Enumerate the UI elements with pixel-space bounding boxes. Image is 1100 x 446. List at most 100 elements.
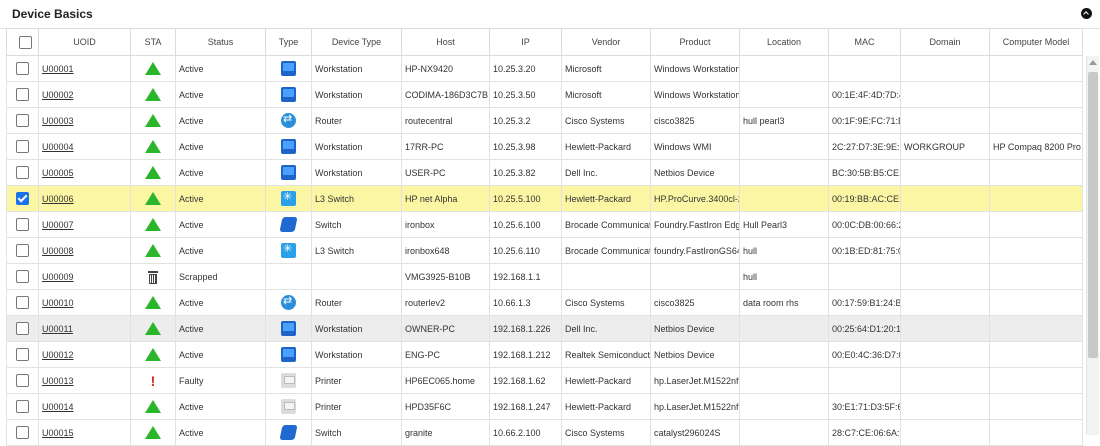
header-status[interactable]: Status	[175, 28, 266, 56]
header-select-all[interactable]	[6, 28, 39, 56]
header-computer-model[interactable]: Computer Model	[989, 28, 1083, 56]
vertical-scrollbar[interactable]	[1086, 56, 1099, 435]
row-checkbox[interactable]	[16, 348, 29, 361]
row-checkbox[interactable]	[16, 218, 29, 231]
header-mac[interactable]: MAC	[828, 28, 901, 56]
uoid-link[interactable]: U00012	[42, 350, 74, 360]
row-select-cell[interactable]	[6, 133, 39, 160]
uoid-link[interactable]: U00001	[42, 64, 74, 74]
row-select-cell[interactable]	[6, 263, 39, 290]
table-row[interactable]: U00005 Active Workstation USER-PC 10.25.3.82…	[6, 159, 1083, 186]
table-row[interactable]: U00015 Active Switch granite 10.66.2.100 Cisc…	[6, 419, 1083, 446]
status-cell: Active	[175, 341, 266, 368]
table-row[interactable]: U00006 Active L3 Switch HP net Alpha 10.25.5…	[6, 185, 1083, 212]
ip-cell: 192.168.1.62	[489, 367, 562, 394]
header-location[interactable]: Location	[739, 28, 829, 56]
table-row[interactable]: U00008 Active L3 Switch ironbox648 10.25.6.1…	[6, 237, 1083, 264]
row-checkbox[interactable]	[16, 322, 29, 335]
row-select-cell[interactable]	[6, 419, 39, 446]
row-select-cell[interactable]	[6, 393, 39, 420]
row-checkbox[interactable]	[16, 140, 29, 153]
row-select-cell[interactable]	[6, 237, 39, 264]
vendor-cell: Microsoft	[561, 55, 651, 82]
uoid-link[interactable]: U00005	[42, 168, 74, 178]
uoid-link[interactable]: U00004	[42, 142, 74, 152]
row-checkbox[interactable]	[16, 192, 29, 205]
row-select-cell[interactable]	[6, 211, 39, 238]
host-cell: HPD35F6C	[401, 393, 490, 420]
domain-cell	[900, 159, 990, 186]
table-row[interactable]: U00004 Active Workstation 17RR-PC 10.25.3.98…	[6, 133, 1083, 160]
host-cell-text: 17RR-PC	[405, 141, 444, 152]
ip-cell-text: 10.25.5.100	[493, 193, 541, 204]
table-row[interactable]: U00014 Active Printer HPD35F6C 192.168.1.247…	[6, 393, 1083, 420]
uoid-link[interactable]: U00006	[42, 194, 74, 204]
status-cell: Active	[175, 289, 266, 316]
row-select-cell[interactable]	[6, 289, 39, 316]
row-select-cell[interactable]	[6, 107, 39, 134]
row-select-cell[interactable]	[6, 159, 39, 186]
uoid-link[interactable]: U00007	[42, 220, 74, 230]
row-select-cell[interactable]	[6, 367, 39, 394]
vendor-cell: Cisco Systems	[561, 419, 651, 446]
sta-cell	[130, 107, 176, 134]
row-checkbox[interactable]	[16, 426, 29, 439]
status-cell: Active	[175, 393, 266, 420]
table-row[interactable]: U00001 Active Workstation HP-NX9420 10.25.3.…	[6, 55, 1083, 82]
location-cell: hull	[739, 237, 829, 264]
table-row[interactable]: U00003 Active Router routecentral 10.25.3.2 C…	[6, 107, 1083, 134]
row-checkbox[interactable]	[16, 62, 29, 75]
header-vendor[interactable]: Vendor	[561, 28, 651, 56]
row-select-cell[interactable]	[6, 185, 39, 212]
uoid-link[interactable]: U00003	[42, 116, 74, 126]
table-row[interactable]: U00013! Faulty Printer HP6EC065.home 192.168…	[6, 367, 1083, 394]
row-checkbox[interactable]	[16, 400, 29, 413]
row-select-cell[interactable]	[6, 341, 39, 368]
header-device-type[interactable]: Device Type	[311, 28, 402, 56]
row-checkbox[interactable]	[16, 88, 29, 101]
table-row[interactable]: U00012 Active Workstation ENG-PC 192.168.1.2…	[6, 341, 1083, 368]
uoid-link[interactable]: U00011	[42, 324, 73, 334]
sta-cell: !	[130, 367, 176, 394]
product-cell-text: Netbios Device	[654, 349, 715, 360]
row-checkbox[interactable]	[16, 296, 29, 309]
row-select-cell[interactable]	[6, 81, 39, 108]
row-select-cell[interactable]	[6, 55, 39, 82]
table-row[interactable]: U00010 Active Router routerlev2 10.66.1.3 Cis…	[6, 289, 1083, 316]
scrollbar-thumb[interactable]	[1088, 72, 1098, 358]
uoid-link[interactable]: U00010	[42, 298, 74, 308]
type-cell	[265, 55, 312, 82]
table-row[interactable]: U00007 Active Switch ironbox 10.25.6.100 Broc…	[6, 211, 1083, 238]
uoid-link[interactable]: U00015	[42, 428, 74, 438]
uoid-link[interactable]: U00008	[42, 246, 74, 256]
uoid-link[interactable]: U00002	[42, 90, 74, 100]
row-checkbox[interactable]	[16, 166, 29, 179]
table-row[interactable]: U00002 Active Workstation CODIMA-186D3C7B 10…	[6, 81, 1083, 108]
location-cell-text: hull	[743, 245, 758, 256]
header-product[interactable]: Product	[650, 28, 740, 56]
uoid-link[interactable]: U00013	[42, 376, 74, 386]
row-select-cell[interactable]	[6, 315, 39, 342]
workstation-icon	[281, 347, 296, 362]
header-ip[interactable]: IP	[489, 28, 562, 56]
uoid-link[interactable]: U00009	[42, 272, 74, 282]
header-type[interactable]: Type	[265, 28, 312, 56]
product-cell-text: cisco3825	[654, 115, 695, 126]
header-uoid[interactable]: UOID	[38, 28, 131, 56]
select-all-checkbox[interactable]	[19, 35, 32, 49]
collapse-icon[interactable]	[1081, 8, 1092, 19]
table-row[interactable]: U00011 Active Workstation OWNER-PC 192.168.1…	[6, 315, 1083, 342]
ip-cell: 10.66.1.3	[489, 289, 562, 316]
header-domain[interactable]: Domain	[900, 28, 990, 56]
uoid-link[interactable]: U00014	[42, 402, 74, 412]
row-checkbox[interactable]	[16, 114, 29, 127]
device-type-cell-text: Workstation	[315, 349, 363, 360]
table-row[interactable]: U00009 Scrapped VMG3925-B10B 192.168.1.1 hul…	[6, 263, 1083, 290]
header-host[interactable]: Host	[401, 28, 490, 56]
row-checkbox[interactable]	[16, 270, 29, 283]
row-checkbox[interactable]	[16, 374, 29, 387]
scroll-up-icon[interactable]	[1089, 60, 1097, 65]
header-sta[interactable]: STA	[130, 28, 176, 56]
row-checkbox[interactable]	[16, 244, 29, 257]
panel-header: Device Basics	[0, 0, 1100, 29]
